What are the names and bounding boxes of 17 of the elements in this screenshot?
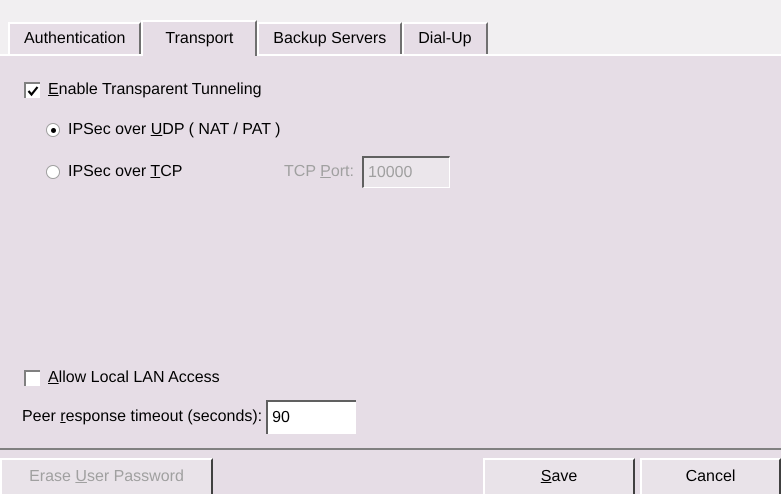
tab[interactable]: Dial-Up (402, 22, 488, 54)
radio-label: IPSec over TCP (68, 162, 184, 182)
checkbox[interactable] (24, 82, 40, 98)
tab[interactable]: Authentication (8, 22, 142, 54)
checkbox-label: Enable Transparent Tunneling (48, 80, 262, 100)
tab[interactable]: Transport (141, 20, 258, 56)
radio-button[interactable] (46, 123, 60, 137)
timeout-label: Peer response timeout (seconds): (22, 407, 262, 427)
radio-label: IPSec over UDP ( NAT / PAT ) (68, 120, 281, 140)
tcp-port-label: TCP Port: (284, 162, 354, 182)
tab[interactable]: Backup Servers (257, 22, 402, 54)
timeout-field[interactable]: 90 (266, 400, 356, 434)
cancel-button[interactable]: Cancel (640, 458, 781, 494)
save-button[interactable]: Save (483, 458, 635, 494)
checkbox[interactable] (24, 370, 40, 386)
checkbox-label: Allow Local LAN Access (48, 368, 220, 388)
radio-button[interactable] (46, 165, 60, 179)
